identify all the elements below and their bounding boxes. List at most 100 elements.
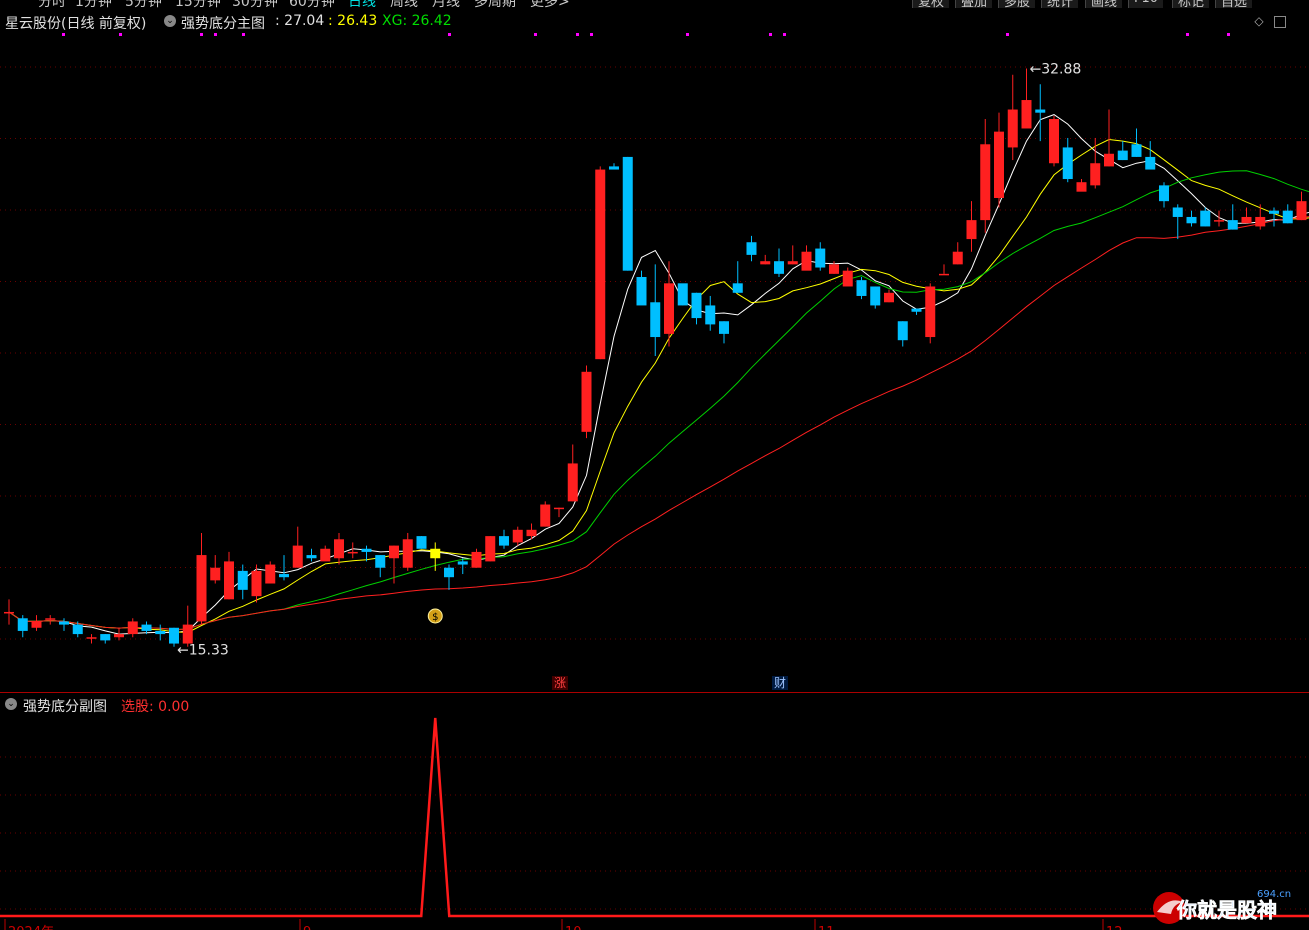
candle-body	[609, 166, 619, 170]
candle-body	[815, 248, 826, 268]
candle-body	[1159, 185, 1169, 202]
candle-body	[265, 564, 276, 584]
candle-body	[1049, 119, 1059, 164]
candle-body	[1035, 109, 1046, 113]
mark-button[interactable]: 标记	[1172, 0, 1210, 10]
candle-body	[554, 507, 564, 510]
candle-body	[622, 156, 633, 271]
candle-body	[251, 570, 262, 597]
candle-body	[746, 242, 757, 255]
candle-body	[567, 463, 578, 502]
candle-body	[980, 144, 991, 221]
candle-body	[471, 551, 482, 568]
multi-stock-button[interactable]: 多股	[998, 0, 1036, 10]
statistics-button[interactable]: 统计	[1041, 0, 1079, 10]
sub-indicator-toggle-icon[interactable]: ⌄	[5, 696, 17, 712]
candle-body	[100, 634, 111, 641]
candle-body	[31, 621, 42, 628]
candle-body	[1090, 163, 1101, 186]
candle-body	[512, 529, 523, 543]
candle-body	[1062, 147, 1073, 180]
draw-button[interactable]: 画线	[1085, 0, 1123, 10]
indicator-value-2: : 26.43	[328, 13, 378, 29]
watermark-site: 694.cn	[1257, 889, 1291, 900]
candle-body	[829, 264, 839, 274]
signal-dot	[1186, 33, 1189, 36]
candle-body	[966, 220, 977, 240]
x-axis-label: 12	[1106, 925, 1123, 930]
candle-body	[1117, 150, 1128, 161]
x-axis-label: 2024年	[8, 925, 54, 930]
signal-dot	[534, 33, 537, 36]
signal-dot	[119, 33, 122, 36]
candle-body	[320, 548, 331, 562]
x-axis-label: 11	[818, 925, 835, 930]
indicator-toggle-icon[interactable]: ⌄	[164, 13, 176, 29]
candle-body	[650, 302, 661, 338]
candle-body	[196, 555, 207, 622]
candle-body	[1269, 210, 1279, 214]
candle-body	[389, 545, 399, 559]
candle-body	[595, 169, 606, 360]
candle-body	[4, 611, 14, 614]
candle-body	[17, 618, 28, 631]
signal-dot	[576, 33, 579, 36]
candle-body	[994, 131, 1004, 198]
candle-body	[1214, 220, 1224, 222]
signal-dot	[62, 33, 65, 36]
diamond-icon[interactable]: ◇	[1252, 14, 1266, 28]
candle-body	[306, 555, 317, 559]
candle-body	[444, 567, 454, 578]
candle-body	[155, 630, 166, 635]
indicator-value-1: : 27.04	[275, 13, 325, 29]
candle-body	[925, 286, 936, 338]
fuquan-button[interactable]: 复权	[912, 0, 950, 10]
sub-chart[interactable]: 2024年 9 10 11 12	[0, 714, 1309, 930]
candle-body	[1296, 201, 1307, 221]
candle-body	[141, 624, 152, 631]
candle-body	[430, 548, 441, 559]
event-tag-zhang[interactable]: 涨	[552, 676, 569, 690]
candle-body	[499, 536, 509, 546]
candle-body	[760, 261, 771, 265]
candle-body	[939, 273, 949, 276]
candle-body	[1186, 216, 1197, 224]
signal-dot	[1227, 33, 1230, 36]
self-select-button[interactable]: 自选	[1215, 0, 1253, 10]
f10-button[interactable]: F10	[1128, 0, 1164, 8]
x-axis-label: 10	[565, 925, 582, 930]
candle-body	[86, 637, 97, 639]
candle-body	[911, 308, 922, 312]
candle-body	[581, 371, 592, 432]
candle-body	[719, 321, 729, 334]
candle-body	[416, 536, 427, 549]
candle-body	[182, 624, 193, 644]
period-toolbar: 分时 1分钟 5分钟 15分钟 30分钟 60分钟 日线 周线 月线 多周期 更…	[0, 0, 1309, 10]
indicator-name[interactable]: 强势底分主图	[181, 13, 265, 33]
chart-header: 星云股份(日线 前复权) ⌄ 强势底分主图 : 27.04 : 26.43 XG…	[0, 10, 1309, 32]
signal-dot	[769, 33, 772, 36]
low-price-label: ←15.33	[177, 643, 229, 659]
candle-body	[691, 292, 702, 319]
candle-body	[705, 305, 716, 325]
sub-indicator-name[interactable]: 强势底分副图	[23, 696, 107, 716]
candle-body	[787, 261, 798, 265]
signal-dot	[200, 33, 203, 36]
candle-body	[361, 548, 372, 552]
candle-body	[677, 283, 688, 306]
candle-body	[1282, 210, 1293, 224]
candle-body	[1104, 153, 1114, 167]
candle-body	[59, 621, 69, 625]
overlay-button[interactable]: 叠加	[955, 0, 993, 10]
event-tag-cai[interactable]: 财	[772, 676, 789, 690]
window-restore-icon[interactable]	[1274, 16, 1286, 28]
main-chart[interactable]: $ ←32.88 ←15.33	[0, 32, 1309, 692]
candle-body	[1241, 216, 1252, 224]
x-axis-label: 9	[303, 925, 311, 930]
candle-body	[1227, 220, 1238, 230]
candle-body	[952, 251, 963, 265]
signal-dot	[1006, 33, 1009, 36]
signal-coin-label: $	[432, 612, 438, 623]
pane-divider[interactable]	[0, 692, 1309, 693]
signal-dot	[686, 33, 689, 36]
